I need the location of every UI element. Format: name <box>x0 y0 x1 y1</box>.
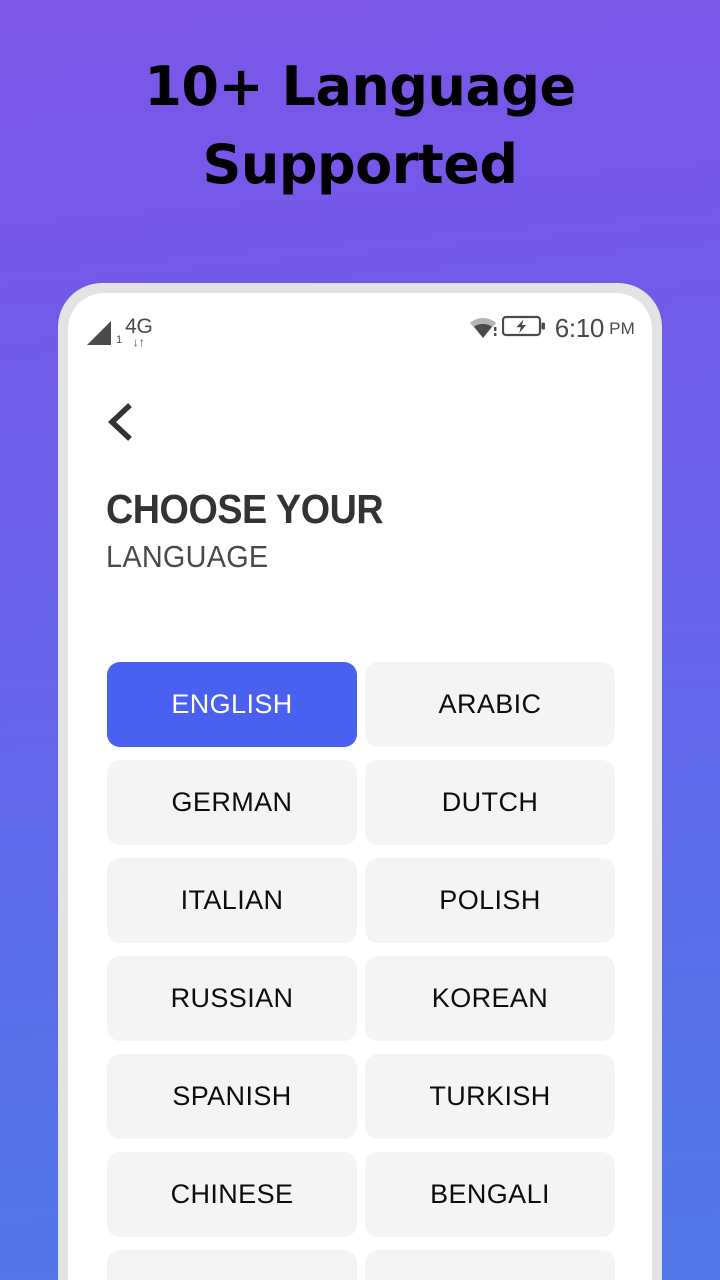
language-grid: ENGLISH ARABIC GERMAN DUTCH ITALIAN POLISH RUS… <box>107 662 615 1280</box>
language-option-greek[interactable]: GREEK <box>365 1250 615 1280</box>
promo-headline-line-2: Supported <box>202 133 518 196</box>
network-type-group: 4G ↓↑ <box>125 315 153 349</box>
phone-screen: 1 4G ↓↑ 6:10 PM CHOOSE YOUR LANGUAGE ENG… <box>68 293 652 1280</box>
language-option-label: ITALIAN <box>180 885 284 915</box>
back-button[interactable] <box>98 399 144 445</box>
language-option-dutch[interactable]: DUTCH <box>365 760 615 845</box>
clock-time: 6:10 <box>554 313 605 343</box>
language-option-label: SPANISH <box>172 1081 292 1111</box>
language-option-turkish[interactable]: TURKISH <box>365 1054 615 1139</box>
signal-bars-icon: 1 <box>85 321 122 347</box>
language-option-english[interactable]: ENGLISH <box>107 662 357 747</box>
language-option-label: KOREAN <box>431 983 549 1013</box>
wifi-icon <box>468 313 498 344</box>
language-option-bengali[interactable]: BENGALI <box>365 1152 615 1237</box>
language-option-label: ENGLISH <box>171 689 293 719</box>
promo-headline-line-1: 10+ Language <box>144 55 576 118</box>
language-option-label: BENGALI <box>430 1179 550 1209</box>
language-option-spanish[interactable]: SPANISH <box>107 1054 357 1139</box>
language-option-label: CHINESE <box>170 1179 294 1209</box>
language-option-label: POLISH <box>439 885 541 915</box>
network-type-label: 4G <box>125 315 153 338</box>
language-option-chinese[interactable]: CHINESE <box>107 1152 357 1237</box>
language-option-polish[interactable]: POLISH <box>365 858 615 943</box>
language-option-russian[interactable]: RUSSIAN <box>107 956 357 1041</box>
language-option-korean[interactable]: KOREAN <box>365 956 615 1041</box>
page-title: CHOOSE YOUR <box>106 486 384 532</box>
data-transfer-arrows-icon: ↓↑ <box>132 335 145 349</box>
language-option-label: TURKISH <box>429 1081 551 1111</box>
language-option-arabic[interactable]: ARABIC <box>365 662 615 747</box>
language-option-label: DUTCH <box>441 787 539 817</box>
language-option-label: ARABIC <box>438 689 542 719</box>
page-subtitle: LANGUAGE <box>106 539 269 574</box>
language-option-malay[interactable]: MALAY <box>107 1250 357 1280</box>
language-option-italian[interactable]: ITALIAN <box>107 858 357 943</box>
language-option-label: RUSSIAN <box>170 983 294 1013</box>
promo-headline: 10+ Language Supported <box>0 48 720 204</box>
battery-charging-icon <box>501 314 546 343</box>
status-bar-left: 1 4G ↓↑ <box>85 313 153 349</box>
language-option-german[interactable]: GERMAN <box>107 760 357 845</box>
status-bar: 1 4G ↓↑ 6:10 PM <box>68 293 652 359</box>
language-option-label: GERMAN <box>171 787 293 817</box>
clock-meridiem: PM <box>609 318 635 338</box>
status-bar-right: 6:10 PM <box>468 311 635 345</box>
chevron-left-icon <box>98 403 144 449</box>
app-store-promo-screenshot: 10+ Language Supported 1 4G ↓↑ 6:10 PM C… <box>0 0 720 1280</box>
sim-index-label: 1 <box>116 334 123 346</box>
